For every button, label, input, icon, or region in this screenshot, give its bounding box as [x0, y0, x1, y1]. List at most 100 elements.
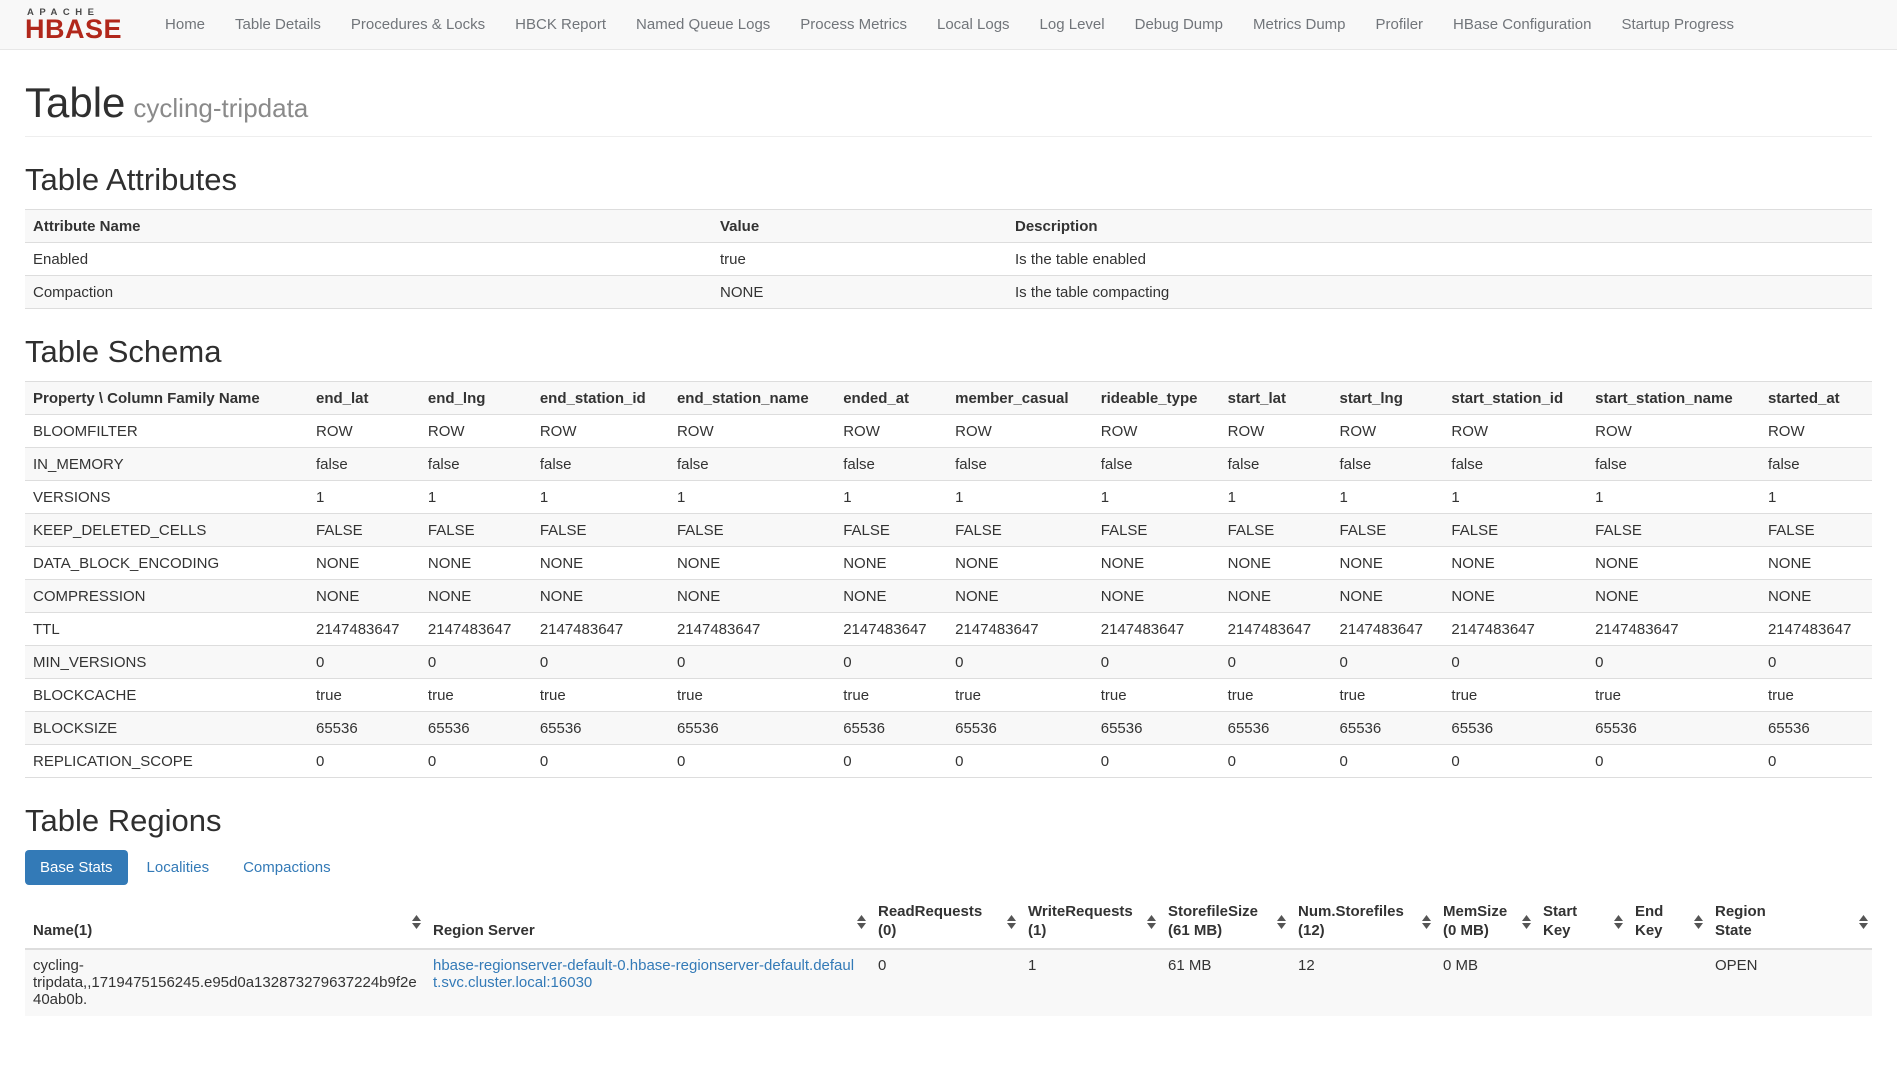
schema-property-value: 2147483647 [420, 613, 532, 646]
navbar-link-hbck-report[interactable]: HBCK Report [500, 0, 621, 50]
schema-property-value: 65536 [835, 712, 947, 745]
regions-column-label: WriteRequests [1028, 903, 1140, 922]
schema-property-value: 1 [1093, 481, 1220, 514]
hbase-logo[interactable]: APACHE HBASE [25, 8, 122, 41]
region-server-link[interactable]: hbase-regionserver-default-0.hbase-regio… [433, 957, 854, 991]
schema-property-value: FALSE [1093, 514, 1220, 547]
schema-property-value: 65536 [1443, 712, 1587, 745]
navbar-link-table-details[interactable]: Table Details [220, 0, 336, 50]
schema-family-header: end_lat [308, 382, 420, 415]
schema-property-value: NONE [1220, 580, 1332, 613]
navbar-link-debug-dump[interactable]: Debug Dump [1120, 0, 1238, 50]
schema-property-value: ROW [1760, 415, 1872, 448]
schema-property-value: 0 [1220, 646, 1332, 679]
schema-property-value: 2147483647 [308, 613, 420, 646]
sort-icon [1522, 915, 1531, 929]
regions-tab-compactions[interactable]: Compactions [228, 850, 346, 885]
navbar-link-home[interactable]: Home [150, 0, 220, 50]
regions-column-header[interactable]: StorefileSize(61 MB) [1160, 895, 1290, 949]
schema-property-value: FALSE [1760, 514, 1872, 547]
navbar-link-procedures-locks[interactable]: Procedures & Locks [336, 0, 500, 50]
regions-column-header[interactable]: RegionState [1707, 895, 1872, 949]
regions-column-header[interactable]: Num.Storefiles(12) [1290, 895, 1435, 949]
schema-property-name: IN_MEMORY [25, 448, 308, 481]
regions-column-label: Region Server [433, 922, 850, 941]
schema-property-name: COMPRESSION [25, 580, 308, 613]
navbar-item: Process Metrics [785, 0, 922, 50]
navbar-link-startup-progress[interactable]: Startup Progress [1606, 0, 1749, 50]
schema-property-value: ROW [1220, 415, 1332, 448]
schema-property-value: 65536 [1220, 712, 1332, 745]
navbar-link-hbase-configuration[interactable]: HBase Configuration [1438, 0, 1606, 50]
regions-column-header[interactable]: Name(1) [25, 895, 425, 949]
region-mem-size: 0 MB [1435, 949, 1535, 1016]
schema-property-value: NONE [1220, 547, 1332, 580]
schema-property-value: FALSE [1220, 514, 1332, 547]
schema-property-value: false [1587, 448, 1760, 481]
schema-property-value: true [1587, 679, 1760, 712]
schema-property-value: 0 [1760, 646, 1872, 679]
navbar-link-log-level[interactable]: Log Level [1025, 0, 1120, 50]
schema-property-value: 0 [1093, 745, 1220, 778]
schema-property-value: 0 [308, 646, 420, 679]
sort-icon [412, 915, 421, 929]
navbar-link-process-metrics[interactable]: Process Metrics [785, 0, 922, 50]
schema-property-value: 65536 [1093, 712, 1220, 745]
schema-property-value: NONE [1443, 580, 1587, 613]
schema-family-header: rideable_type [1093, 382, 1220, 415]
regions-column-label: (12) [1298, 922, 1415, 941]
regions-column-label: State [1715, 922, 1852, 941]
navbar-link-local-logs[interactable]: Local Logs [922, 0, 1025, 50]
regions-column-header[interactable]: Region Server [425, 895, 870, 949]
navbar-menu: HomeTable DetailsProcedures & LocksHBCK … [150, 0, 1749, 50]
regions-column-label: Key [1543, 922, 1607, 941]
schema-property-value: 1 [1760, 481, 1872, 514]
schema-property-value: 0 [669, 745, 835, 778]
regions-tab-localities[interactable]: Localities [132, 850, 225, 885]
schema-property-value: FALSE [669, 514, 835, 547]
schema-property-value: 0 [420, 745, 532, 778]
navbar-item: Metrics Dump [1238, 0, 1361, 50]
sort-icon [1007, 915, 1016, 929]
schema-property-value: NONE [835, 547, 947, 580]
regions-column-label: Start [1543, 903, 1607, 922]
schema-property-value: ROW [532, 415, 669, 448]
attributes-cell: true [712, 243, 1007, 276]
schema-property-name: DATA_BLOCK_ENCODING [25, 547, 308, 580]
navbar-link-profiler[interactable]: Profiler [1361, 0, 1439, 50]
regions-column-header[interactable]: ReadRequests(0) [870, 895, 1020, 949]
schema-property-value: NONE [1093, 547, 1220, 580]
region-end-key [1627, 949, 1707, 1016]
schema-property-value: false [1443, 448, 1587, 481]
schema-property-value: 65536 [1760, 712, 1872, 745]
schema-property-value: 0 [1760, 745, 1872, 778]
schema-property-value: FALSE [1587, 514, 1760, 547]
regions-column-header[interactable]: StartKey [1535, 895, 1627, 949]
regions-column-label: MemSize [1443, 903, 1515, 922]
regions-column-header[interactable]: MemSize(0 MB) [1435, 895, 1535, 949]
schema-property-value: NONE [1760, 547, 1872, 580]
schema-property-value: NONE [669, 580, 835, 613]
schema-property-value: FALSE [1443, 514, 1587, 547]
schema-property-value: true [1760, 679, 1872, 712]
schema-property-row: MIN_VERSIONS000000000000 [25, 646, 1872, 679]
schema-property-value: false [1093, 448, 1220, 481]
regions-column-label: StorefileSize [1168, 903, 1270, 922]
schema-property-row: COMPRESSIONNONENONENONENONENONENONENONEN… [25, 580, 1872, 613]
region-start-key [1535, 949, 1627, 1016]
schema-family-header: start_station_name [1587, 382, 1760, 415]
schema-property-value: true [947, 679, 1093, 712]
regions-tabs: Base StatsLocalitiesCompactions [25, 850, 1872, 885]
navbar-item: Log Level [1025, 0, 1120, 50]
schema-property-row: KEEP_DELETED_CELLSFALSEFALSEFALSEFALSEFA… [25, 514, 1872, 547]
regions-column-header[interactable]: WriteRequests(1) [1020, 895, 1160, 949]
regions-tab-base-stats[interactable]: Base Stats [25, 850, 128, 885]
navbar-item: Local Logs [922, 0, 1025, 50]
region-storefile-size: 61 MB [1160, 949, 1290, 1016]
schema-header-row: Property \ Column Family Nameend_latend_… [25, 382, 1872, 415]
schema-property-name: KEEP_DELETED_CELLS [25, 514, 308, 547]
regions-column-header[interactable]: EndKey [1627, 895, 1707, 949]
navbar-link-named-queue-logs[interactable]: Named Queue Logs [621, 0, 785, 50]
schema-property-value: 1 [835, 481, 947, 514]
navbar-link-metrics-dump[interactable]: Metrics Dump [1238, 0, 1361, 50]
